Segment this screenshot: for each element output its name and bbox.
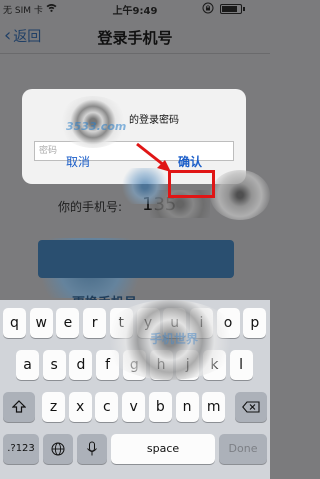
key-n[interactable]: n (175, 392, 199, 422)
keyboard-row-3: zxcvbnm (0, 392, 270, 422)
key-p[interactable]: p (243, 308, 267, 338)
key-s[interactable]: s (42, 350, 66, 380)
orientation-lock-icon (202, 2, 214, 17)
backspace-icon (242, 401, 260, 413)
page-title: 登录手机号 (97, 29, 173, 47)
key-a[interactable]: a (16, 350, 39, 380)
confirm-highlight-box (168, 170, 215, 198)
key-x[interactable]: x (68, 392, 92, 422)
key-z[interactable]: z (42, 392, 65, 422)
key-e[interactable]: e (56, 308, 80, 338)
battery-icon (220, 4, 245, 14)
space-key[interactable]: space (111, 434, 215, 464)
annotation-arrow-icon (136, 142, 171, 172)
microphone-icon (87, 441, 97, 456)
shift-key[interactable] (3, 392, 35, 422)
key-v[interactable]: v (122, 392, 146, 422)
dialog-message: 的登录密码 (129, 115, 179, 126)
key-q[interactable]: q (3, 308, 26, 338)
status-bar: 无 SIM 卡 上午9:49 (0, 0, 270, 18)
cancel-button[interactable]: 取消 (22, 150, 134, 184)
keyboard-row-4: .?123 space Done (0, 434, 270, 464)
change-phone-button[interactable] (38, 240, 234, 278)
watermark-keyboard-text: 手机世界 (150, 332, 199, 346)
watermark-blur-right (210, 170, 270, 220)
watermark-text: 3533.com (66, 120, 127, 133)
microphone-key[interactable] (77, 434, 107, 464)
key-w[interactable]: w (29, 308, 53, 338)
globe-key[interactable] (43, 434, 73, 464)
delete-key[interactable] (235, 392, 267, 422)
key-c[interactable]: c (95, 392, 119, 422)
key-m[interactable]: m (202, 392, 226, 422)
done-key[interactable]: Done (219, 434, 267, 464)
key-b[interactable]: b (148, 392, 172, 422)
key-d[interactable]: d (69, 350, 93, 380)
phone-label: 你的手机号: (58, 200, 123, 214)
navigation-bar: ‹ 返回 登录手机号 (0, 18, 270, 54)
globe-icon (51, 442, 65, 456)
numbers-key[interactable]: .?123 (3, 434, 39, 464)
shift-icon (11, 400, 27, 413)
